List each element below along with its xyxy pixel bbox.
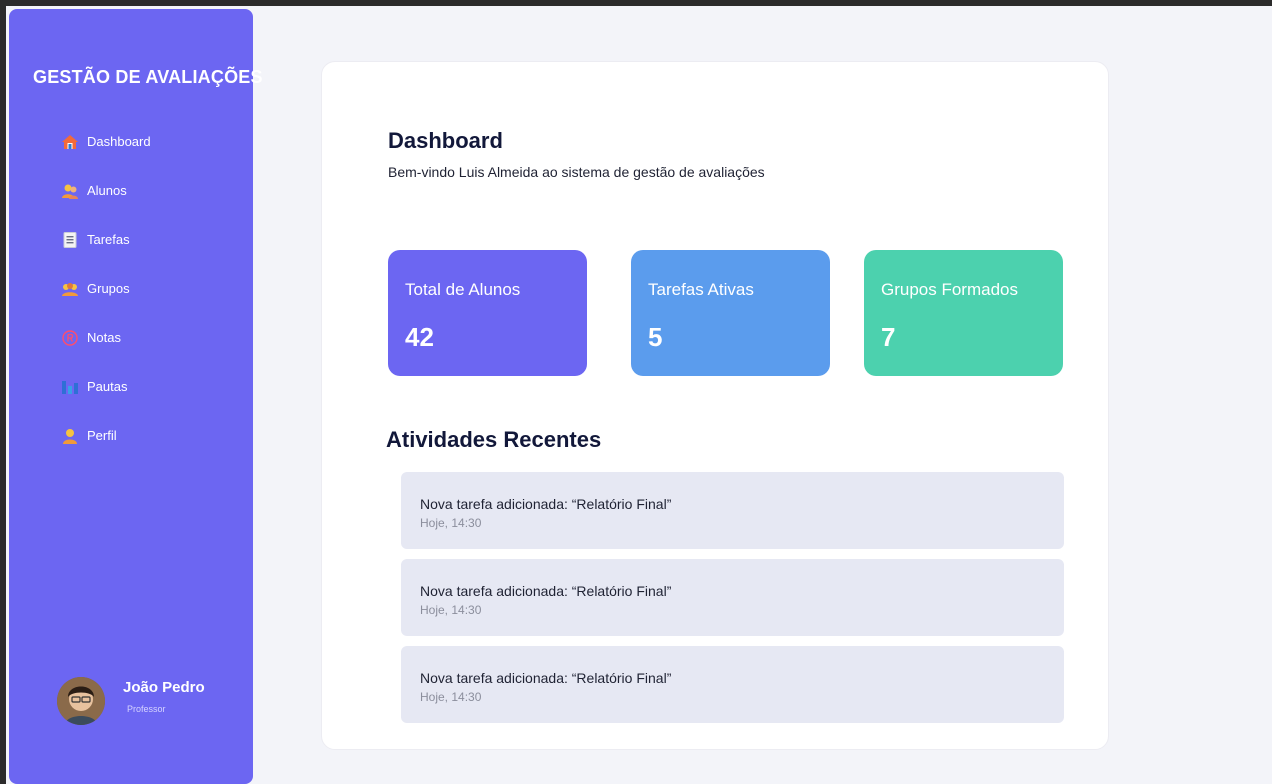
- stat-value: 42: [405, 322, 434, 352]
- sidebar-nav: Dashboard Alunos Tarefas Grupos Notas Pa…: [61, 117, 231, 460]
- sidebar-item-notas[interactable]: Notas: [61, 313, 231, 362]
- sidebar-item-label: Alunos: [87, 183, 127, 198]
- user-name: João Pedro: [123, 678, 205, 696]
- page-title: Dashboard: [388, 128, 503, 153]
- stat-label: Tarefas Ativas: [648, 280, 754, 299]
- activity-item[interactable]: Nova tarefa adicionada: “Relatório Final…: [401, 559, 1064, 636]
- activity-text: Nova tarefa adicionada: “Relatório Final…: [420, 496, 672, 512]
- app-window: GESTÃO DE AVALIAÇÕES Dashboard Alunos Ta…: [6, 6, 1272, 784]
- sidebar-item-perfil[interactable]: Perfil: [61, 411, 231, 460]
- sidebar-item-label: Tarefas: [87, 232, 130, 247]
- welcome-message: Bem-vindo Luis Almeida ao sistema de ges…: [388, 164, 765, 180]
- stat-label: Total de Alunos: [405, 280, 521, 299]
- user-role: Professor: [127, 703, 166, 714]
- house-icon: [61, 133, 79, 151]
- recent-activities-title: Atividades Recentes: [386, 427, 602, 452]
- activity-time: Hoje, 14:30: [420, 516, 482, 530]
- activity-text: Nova tarefa adicionada: “Relatório Final…: [420, 583, 672, 599]
- stat-value: 5: [648, 322, 663, 352]
- person-icon: [61, 427, 79, 445]
- user-profile[interactable]: João Pedro Professor: [57, 677, 205, 725]
- activity-time: Hoje, 14:30: [420, 603, 482, 617]
- sidebar-item-alunos[interactable]: Alunos: [61, 166, 231, 215]
- sidebar-item-label: Notas: [87, 330, 121, 345]
- dashboard-card: Dashboard Bem-vindo Luis Almeida ao sist…: [321, 61, 1109, 750]
- app-title: GESTÃO DE AVALIAÇÕES: [33, 67, 263, 87]
- students-icon: [61, 182, 79, 200]
- activity-item[interactable]: Nova tarefa adicionada: “Relatório Final…: [401, 646, 1064, 723]
- sidebar-item-label: Perfil: [87, 428, 117, 443]
- group-icon: [61, 280, 79, 298]
- stat-value: 7: [881, 322, 896, 352]
- sidebar: GESTÃO DE AVALIAÇÕES Dashboard Alunos Ta…: [9, 9, 262, 784]
- avatar: [57, 677, 105, 725]
- activity-item[interactable]: Nova tarefa adicionada: “Relatório Final…: [401, 472, 1064, 549]
- stat-label: Grupos Formados: [881, 280, 1018, 299]
- stat-card-grupos-formados[interactable]: Grupos Formados 7: [864, 250, 1063, 376]
- sidebar-item-tarefas[interactable]: Tarefas: [61, 215, 231, 264]
- activity-time: Hoje, 14:30: [420, 690, 482, 704]
- clipboard-icon: [61, 231, 79, 249]
- sidebar-item-label: Grupos: [87, 281, 130, 296]
- grade-icon: [61, 329, 79, 347]
- activity-text: Nova tarefa adicionada: “Relatório Final…: [420, 670, 672, 686]
- stat-card-tarefas-ativas[interactable]: Tarefas Ativas 5: [631, 250, 830, 376]
- bar-chart-icon: [61, 378, 79, 396]
- sidebar-item-pautas[interactable]: Pautas: [61, 362, 231, 411]
- sidebar-item-dashboard[interactable]: Dashboard: [61, 117, 231, 166]
- stat-card-total-alunos[interactable]: Total de Alunos 42: [388, 250, 587, 376]
- sidebar-item-grupos[interactable]: Grupos: [61, 264, 231, 313]
- sidebar-item-label: Pautas: [87, 379, 128, 394]
- sidebar-item-label: Dashboard: [87, 134, 151, 149]
